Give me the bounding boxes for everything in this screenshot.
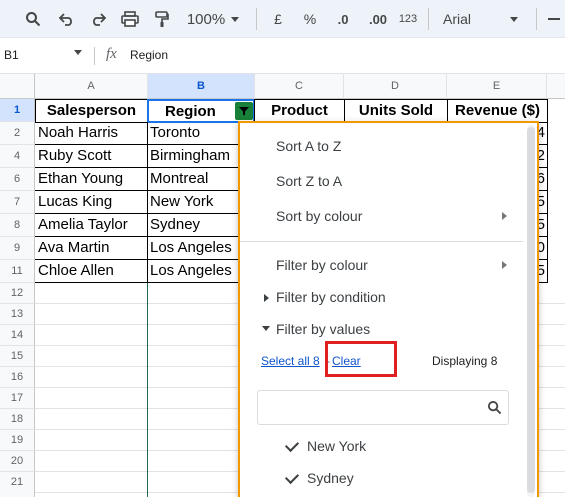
row-header[interactable]: 7 [0,191,35,214]
row-header[interactable]: 14 [0,325,35,346]
chevron-down-icon [510,17,518,22]
table-cell[interactable]: Lucas King [35,191,148,214]
column-header-a[interactable]: A [35,74,148,99]
row-header[interactable]: 20 [0,451,35,472]
caret-right-icon [264,294,269,302]
column-header-f[interactable] [547,74,565,99]
decrease-decimals-label: .0 [337,11,349,27]
number-format-button[interactable]: 123 [396,5,420,33]
row-header[interactable]: 18 [0,409,35,430]
redo-icon[interactable] [87,5,109,33]
row-header[interactable]: 11 [0,260,35,283]
paint-format-icon[interactable] [151,5,173,33]
decrease-decimals-button[interactable]: .0 [330,5,356,33]
row-header[interactable]: 6 [0,168,35,191]
menu-scrollbar-thumb[interactable] [527,127,535,493]
row-header[interactable]: 16 [0,367,35,388]
displaying-count: Displaying 8 [432,354,498,368]
toolbar-divider [428,8,429,30]
zoom-select[interactable]: 100% [184,5,228,33]
increase-decimals-button[interactable]: .00 [364,5,392,33]
row-header[interactable]: 1 [0,99,35,122]
fx-icon: fx [106,46,117,62]
formula-input[interactable]: Region [130,48,168,62]
select-all-corner[interactable] [0,74,35,99]
percent-format-button[interactable]: % [301,5,319,33]
values-search-input[interactable] [257,390,509,425]
chevron-right-icon [502,212,507,220]
table-cell[interactable]: Ruby Scott [35,145,148,168]
row-header[interactable]: 8 [0,214,35,237]
highlight-annotation [325,341,397,377]
sort-a-to-z-item[interactable]: Sort A to Z [276,138,341,154]
undo-icon[interactable] [56,5,78,33]
table-cell[interactable]: Ethan Young [35,168,148,191]
chevron-right-icon [502,261,507,269]
table-cell[interactable]: Ava Martin [35,237,148,260]
checkmark-icon[interactable] [284,469,300,485]
table-cell[interactable]: Noah Harris [35,122,148,145]
formula-bar: B1 fx Region [0,38,565,74]
row-header[interactable]: 21 [0,472,35,497]
filter-by-values-item[interactable]: Filter by values [276,321,370,337]
row-header[interactable]: 15 [0,346,35,367]
search-icon[interactable] [22,5,44,33]
row-header[interactable]: 2 [0,122,35,145]
row-header[interactable]: 9 [0,237,35,260]
filter-menu: Sort A to Z Sort Z to A Sort by colour F… [238,121,539,497]
table-cell[interactable]: Chloe Allen [35,260,148,283]
minus-icon[interactable] [548,18,560,20]
font-select-label: Arial [443,11,472,27]
search-icon [487,400,502,415]
row-header[interactable]: 17 [0,388,35,409]
checkmark-icon[interactable] [284,437,300,453]
header-cell[interactable]: Salesperson [35,99,148,123]
column-header-e[interactable]: E [447,74,547,99]
menu-divider [240,241,523,242]
sort-by-colour-item[interactable]: Sort by colour [276,208,362,224]
chevron-down-icon [231,17,239,22]
row-header[interactable]: 13 [0,304,35,325]
print-icon[interactable] [118,5,142,33]
table-cell[interactable]: Amelia Taylor [35,214,148,237]
toolbar-divider [256,8,257,30]
header-cell[interactable]: Revenue ($) [447,99,548,123]
row-header[interactable]: 4 [0,145,35,168]
select-all-link[interactable]: Select all 8 [261,354,320,368]
column-header-c[interactable]: C [255,74,344,99]
filter-by-condition-item[interactable]: Filter by condition [276,289,386,305]
sort-z-to-a-item[interactable]: Sort Z to A [276,173,342,189]
caret-down-icon [262,326,270,331]
currency-format-button[interactable]: £ [270,5,286,33]
name-box[interactable]: B1 [4,48,19,62]
header-cell[interactable]: Units Sold [344,99,448,123]
toolbar-divider [536,8,537,30]
row-header[interactable]: 19 [0,430,35,451]
filter-value-item[interactable]: Sydney [307,470,354,486]
chevron-down-icon[interactable] [74,50,82,55]
formula-bar-divider [94,47,95,65]
column-header-d[interactable]: D [344,74,447,99]
filter-by-colour-item[interactable]: Filter by colour [276,257,368,273]
spreadsheet-app: 100% £ % .0 .00 123 Arial B1 fx Region A… [0,0,565,497]
filter-value-item[interactable]: New York [307,438,366,454]
toolbar: 100% £ % .0 .00 123 Arial [0,0,565,38]
header-cell[interactable]: Product [254,99,345,123]
column-header-b[interactable]: B [148,74,255,99]
increase-decimals-label: .00 [368,11,388,27]
filter-active-icon[interactable] [235,102,253,120]
row-header[interactable]: 12 [0,283,35,304]
